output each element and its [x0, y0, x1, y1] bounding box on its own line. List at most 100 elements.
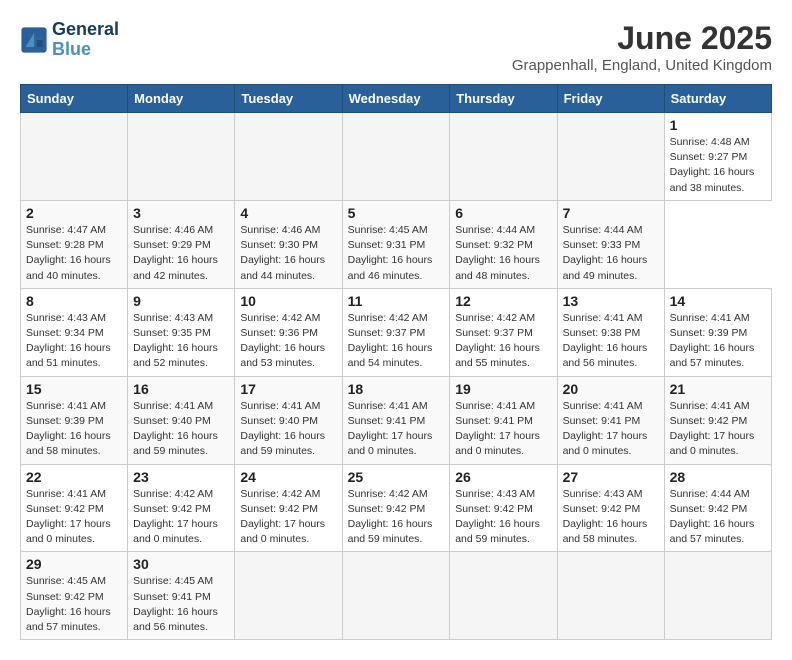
sunset: Sunset: 9:27 PM — [670, 151, 748, 163]
day-info: Sunrise: 4:45 AMSunset: 9:41 PMDaylight:… — [133, 574, 229, 635]
day-number: 4 — [240, 205, 336, 221]
sunrise: Sunrise: 4:42 AM — [348, 312, 428, 324]
day-header-saturday: Saturday — [664, 85, 771, 113]
sunset: Sunset: 9:37 PM — [348, 327, 426, 339]
day-number: 8 — [26, 293, 122, 309]
day-info: Sunrise: 4:42 AMSunset: 9:37 PMDaylight:… — [455, 311, 551, 372]
sunrise: Sunrise: 4:44 AM — [670, 488, 750, 500]
week-row-6: 29Sunrise: 4:45 AMSunset: 9:42 PMDayligh… — [21, 552, 772, 640]
day-info: Sunrise: 4:42 AMSunset: 9:42 PMDaylight:… — [240, 487, 336, 548]
day-number: 5 — [348, 205, 445, 221]
day-cell-7: 7 Sunrise: 4:44 AM Sunset: 9:33 PM Daylight… — [557, 200, 664, 288]
sunrise: Sunrise: 4:43 AM — [133, 312, 213, 324]
empty-cell — [235, 113, 342, 201]
daylight: Daylight: 17 hours and 0 minutes. — [563, 430, 648, 457]
day-info: Sunrise: 4:41 AMSunset: 9:40 PMDaylight:… — [240, 399, 336, 460]
day-info: Sunrise: 4:41 AMSunset: 9:41 PMDaylight:… — [348, 399, 445, 460]
day-cell-6: 6Sunrise: 4:44 AMSunset: 9:32 PMDaylight… — [450, 200, 557, 288]
day-number: 20 — [563, 381, 659, 397]
day-cell-2: 2Sunrise: 4:47 AMSunset: 9:28 PMDaylight… — [21, 200, 128, 288]
day-cell-8: 8 Sunrise: 4:43 AMSunset: 9:34 PMDaylight… — [21, 288, 128, 376]
day-info: Sunrise: 4:41 AMSunset: 9:39 PMDaylight:… — [670, 311, 766, 372]
daylight: Daylight: 16 hours and 57 minutes. — [26, 606, 111, 633]
sunrise: Sunrise: 4:42 AM — [348, 488, 428, 500]
day-info: Sunrise: 4:41 AMSunset: 9:39 PMDaylight:… — [26, 399, 122, 460]
day-cell-10: 10Sunrise: 4:42 AMSunset: 9:36 PMDayligh… — [235, 288, 342, 376]
sunset: Sunset: 9:36 PM — [240, 327, 318, 339]
daylight: Daylight: 16 hours and 58 minutes. — [26, 430, 111, 457]
daylight: Daylight: 16 hours and 58 minutes. — [563, 518, 648, 545]
empty-cell — [557, 113, 664, 201]
day-cell-24: 24 Sunrise: 4:42 AMSunset: 9:42 PMDayligh… — [235, 464, 342, 552]
sunset: Sunset: 9:35 PM — [133, 327, 211, 339]
sunrise: Sunrise: 4:44 AM — [563, 224, 643, 236]
sunrise: Sunrise: 4:43 AM — [455, 488, 535, 500]
day-info: Sunrise: 4:42 AMSunset: 9:36 PMDaylight:… — [240, 311, 336, 372]
daylight: Daylight: 16 hours and 56 minutes. — [133, 606, 218, 633]
day-cell-19: 19Sunrise: 4:41 AMSunset: 9:41 PMDayligh… — [450, 376, 557, 464]
sunrise: Sunrise: 4:43 AM — [563, 488, 643, 500]
sunset: Sunset: 9:37 PM — [455, 327, 533, 339]
day-info: Sunrise: 4:42 AMSunset: 9:42 PMDaylight:… — [133, 487, 229, 548]
sunset: Sunset: 9:42 PM — [563, 503, 641, 515]
day-cell-9: 9Sunrise: 4:43 AMSunset: 9:35 PMDaylight… — [128, 288, 235, 376]
day-info: Sunrise: 4:41 AMSunset: 9:42 PMDaylight:… — [670, 399, 766, 460]
day-number: 29 — [26, 556, 122, 572]
daylight: Daylight: 16 hours and 56 minutes. — [563, 342, 648, 369]
daylight: Daylight: 17 hours and 0 minutes. — [240, 518, 325, 545]
sunset: Sunset: 9:42 PM — [348, 503, 426, 515]
sunset: Sunset: 9:40 PM — [133, 415, 211, 427]
sunset: Sunset: 9:32 PM — [455, 239, 533, 251]
day-cell-16: 16Sunrise: 4:41 AMSunset: 9:40 PMDayligh… — [128, 376, 235, 464]
daylight: Daylight: 17 hours and 0 minutes. — [133, 518, 218, 545]
empty-cell — [21, 113, 128, 201]
sunset: Sunset: 9:42 PM — [26, 503, 104, 515]
empty-cell — [128, 113, 235, 201]
day-number: 24 — [240, 469, 336, 485]
logo-text: General Blue — [52, 20, 119, 60]
sunrise: Sunrise: 4:41 AM — [133, 400, 213, 412]
daylight: Daylight: 16 hours and 40 minutes. — [26, 254, 111, 281]
daylight: Daylight: 16 hours and 49 minutes. — [563, 254, 648, 281]
sunrise: Sunrise: 4:43 AM — [26, 312, 106, 324]
sunrise: Sunrise: 4:46 AM — [240, 224, 320, 236]
day-info: Sunrise: 4:43 AMSunset: 9:34 PMDaylight:… — [26, 311, 122, 372]
day-info: Sunrise: 4:48 AMSunset: 9:27 PMDaylight:… — [670, 135, 766, 196]
sunset: Sunset: 9:40 PM — [240, 415, 318, 427]
day-header-friday: Friday — [557, 85, 664, 113]
week-row-3: 8 Sunrise: 4:43 AMSunset: 9:34 PMDaylight… — [21, 288, 772, 376]
empty-cell — [342, 113, 450, 201]
sunrise: Sunrise: 4:41 AM — [563, 400, 643, 412]
daylight: Daylight: 16 hours and 52 minutes. — [133, 342, 218, 369]
day-info: Sunrise: 4:43 AM Sunset: 9:35 PM Daylight:… — [133, 311, 229, 372]
daylight: Daylight: 16 hours and 59 minutes. — [240, 430, 325, 457]
sunrise: Sunrise: 4:44 AM — [455, 224, 535, 236]
sunset: Sunset: 9:42 PM — [455, 503, 533, 515]
logo: General Blue — [20, 20, 119, 60]
day-header-sunday: Sunday — [21, 85, 128, 113]
day-info: Sunrise: 4:44 AM Sunset: 9:33 PM Daylight:… — [563, 223, 659, 284]
sunset: Sunset: 9:41 PM — [563, 415, 641, 427]
week-row-5: 22Sunrise: 4:41 AMSunset: 9:42 PMDayligh… — [21, 464, 772, 552]
empty-cell — [557, 552, 664, 640]
day-cell-17: 17Sunrise: 4:41 AMSunset: 9:40 PMDayligh… — [235, 376, 342, 464]
day-number: 30 — [133, 556, 229, 572]
sunset: Sunset: 9:33 PM — [563, 239, 641, 251]
header: General Blue June 2025 Grappenhall, Engl… — [20, 20, 772, 74]
day-info: Sunrise: 4:42 AMSunset: 9:37 PMDaylight:… — [348, 311, 445, 372]
day-number: 2 — [26, 205, 122, 221]
day-number: 21 — [670, 381, 766, 397]
sunrise: Sunrise: 4:46 AM — [133, 224, 213, 236]
sunset: Sunset: 9:41 PM — [348, 415, 426, 427]
sunrise: Sunrise: 4:42 AM — [240, 312, 320, 324]
sunrise: Sunrise: 4:45 AM — [26, 575, 106, 587]
calendar-subtitle: Grappenhall, England, United Kingdom — [512, 57, 772, 74]
day-info: Sunrise: 4:46 AMSunset: 9:30 PMDaylight:… — [240, 223, 336, 284]
sunrise: Sunrise: 4:42 AM — [240, 488, 320, 500]
day-number: 7 — [563, 205, 659, 221]
sunset: Sunset: 9:31 PM — [348, 239, 426, 251]
sunset: Sunset: 9:39 PM — [26, 415, 104, 427]
day-number: 11 — [348, 293, 445, 309]
sunrise: Sunrise: 4:48 AM — [670, 136, 750, 148]
day-header-thursday: Thursday — [450, 85, 557, 113]
